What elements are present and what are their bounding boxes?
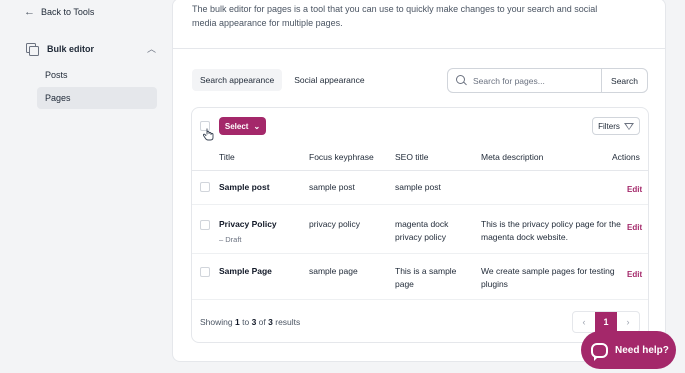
results-word: results <box>275 317 301 327</box>
filters-button[interactable]: Filters <box>592 117 640 135</box>
divider <box>192 253 648 254</box>
chevron-down-icon: ⌄ <box>253 121 261 131</box>
back-to-tools-label: Back to Tools <box>41 7 95 17</box>
pagination: ‹ 1 › <box>572 311 640 333</box>
row-checkbox[interactable] <box>200 267 210 277</box>
column-header-focus-keyphrase: Focus keyphrase <box>309 152 374 162</box>
sidebar-item-pages[interactable]: Pages <box>37 87 157 109</box>
row-checkbox[interactable] <box>200 220 210 230</box>
filters-label: Filters <box>598 121 620 131</box>
chevron-left-icon[interactable]: ‹ <box>573 312 595 332</box>
row-seo-title: This is a sample page <box>395 266 457 289</box>
search-box: Search <box>447 68 648 93</box>
row-meta-description: This is the privacy policy page for the … <box>481 219 621 242</box>
row-title[interactable]: Sample post <box>219 181 270 194</box>
edit-button[interactable]: Edit <box>627 185 642 194</box>
row-meta-description: We create sample pages for testing plugi… <box>481 266 615 289</box>
results-to-word: to <box>242 317 250 327</box>
column-header-seo-title: SEO title <box>395 152 429 162</box>
edit-button[interactable]: Edit <box>627 270 642 279</box>
row-keyphrase: sample post <box>309 182 355 192</box>
row-title[interactable]: Sample Page <box>219 265 272 278</box>
chevron-up-icon[interactable]: ︿ <box>147 42 156 55</box>
row-keyphrase: privacy policy <box>309 219 361 229</box>
results-prefix: Showing <box>200 317 233 327</box>
column-header-meta-description: Meta description <box>481 152 544 162</box>
tab-social-appearance[interactable]: Social appearance <box>286 69 372 91</box>
sidebar-group-bulk-editor[interactable]: Bulk editor ︿ <box>26 42 156 56</box>
edit-button[interactable]: Edit <box>627 223 642 232</box>
divider <box>172 48 666 49</box>
sidebar-item-label: Posts <box>45 70 68 80</box>
chat-bubble-icon <box>591 342 608 361</box>
search-icon <box>456 75 467 86</box>
hand-pointer-icon <box>203 128 214 141</box>
tab-bar: Search appearance Social appearance <box>192 69 373 91</box>
back-to-tools-link[interactable]: ← Back to Tools <box>24 6 94 18</box>
row-keyphrase: sample page <box>309 266 358 276</box>
sidebar: ← Back to Tools Bulk editor ︿ Posts Page… <box>0 0 172 373</box>
select-button-label: Select <box>224 121 249 131</box>
chevron-right-icon[interactable]: › <box>617 312 639 332</box>
select-button[interactable]: Select ⌄ <box>219 117 266 135</box>
tab-search-appearance[interactable]: Search appearance <box>192 69 283 91</box>
row-status: – Draft <box>219 235 242 244</box>
results-summary: Showing 1 to 3 of 3 results <box>200 317 300 327</box>
sidebar-group-label: Bulk editor <box>47 43 95 54</box>
row-checkbox[interactable] <box>200 182 210 192</box>
row-seo-title: sample post <box>395 182 441 192</box>
divider <box>192 204 648 205</box>
row-seo-title: magenta dock privacy policy <box>395 219 449 242</box>
column-header-actions: Actions <box>612 152 640 162</box>
search-field[interactable] <box>448 69 602 92</box>
results-range-start: 1 <box>234 317 240 327</box>
copy-icon <box>26 42 39 56</box>
column-header-title: Title <box>219 152 235 162</box>
row-title[interactable]: Privacy Policy <box>219 218 277 231</box>
divider <box>192 299 648 300</box>
need-help-label: Need help? <box>615 344 669 356</box>
divider <box>192 170 648 171</box>
results-of-word: of <box>258 317 266 327</box>
need-help-button[interactable]: Need help? <box>581 331 676 369</box>
search-button[interactable]: Search <box>602 69 647 92</box>
page-button-current[interactable]: 1 <box>595 312 617 332</box>
sidebar-item-posts[interactable]: Posts <box>37 64 157 86</box>
results-range-end: 3 <box>251 317 257 327</box>
results-total: 3 <box>268 317 273 327</box>
sidebar-item-label: Pages <box>45 93 71 103</box>
page-description: The bulk editor for pages is a tool that… <box>192 4 598 28</box>
arrow-left-icon: ← <box>24 6 35 18</box>
search-input[interactable] <box>473 75 593 86</box>
funnel-icon <box>623 122 634 130</box>
